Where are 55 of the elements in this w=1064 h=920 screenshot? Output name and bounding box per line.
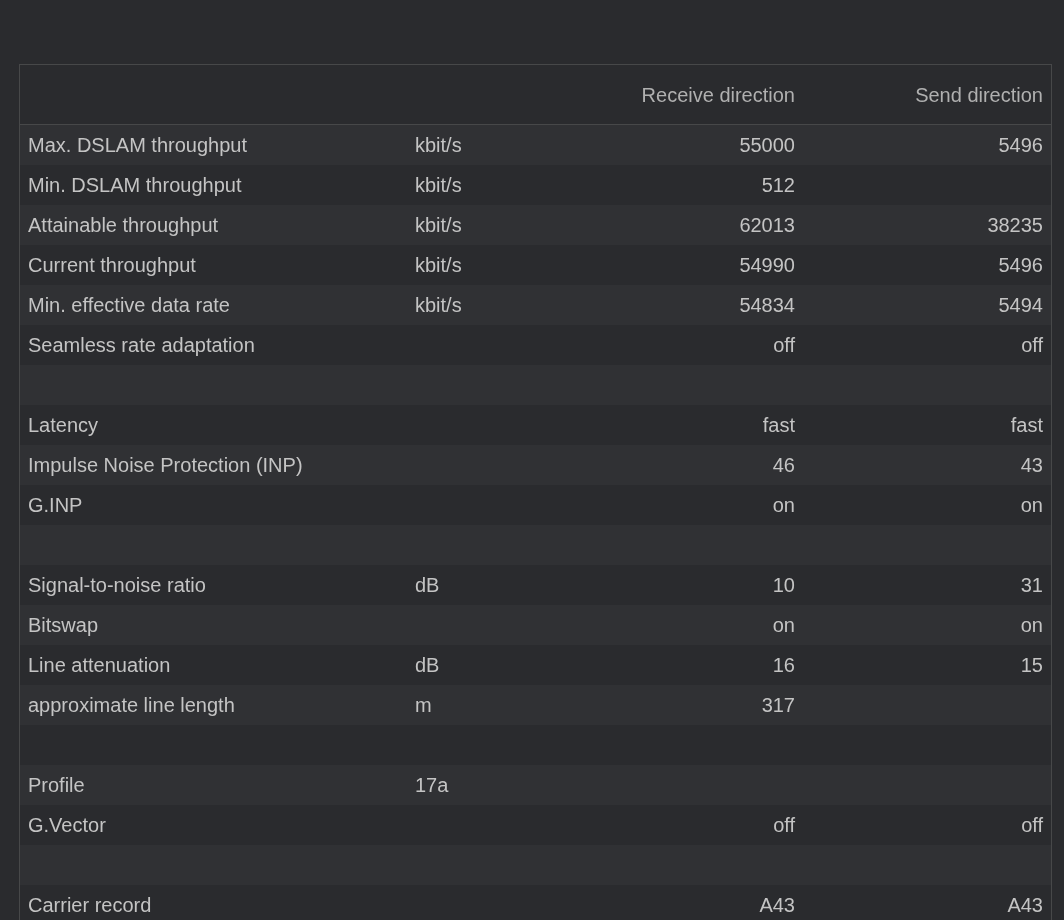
row-label: Line attenuation [28, 654, 171, 676]
unit-cell: dB [415, 654, 440, 676]
receive-value: A43 [759, 893, 795, 918]
receive-value: 16 [772, 653, 795, 678]
row-label: Signal-to-noise ratio [28, 574, 206, 596]
row-label: Current throughput [28, 254, 196, 276]
receive-value: off [773, 333, 795, 358]
unit-cell: 17a [415, 774, 449, 796]
receive-value: on [772, 493, 795, 518]
send-value: off [1021, 813, 1043, 838]
row-label: Latency [28, 414, 99, 436]
row-label: Min. DSLAM throughput [28, 174, 242, 196]
send-value: on [1020, 613, 1043, 638]
unit-cell: m [415, 694, 432, 716]
receive-value: 317 [761, 693, 795, 718]
send-value: 5496 [998, 133, 1043, 158]
receive-value: fast [762, 413, 795, 438]
receive-value: 54834 [739, 293, 795, 318]
column-header: Send direction [914, 82, 1043, 108]
send-value: on [1020, 493, 1043, 518]
unit-cell: kbit/s [415, 214, 462, 236]
unit-cell: kbit/s [415, 174, 462, 196]
receive-value: 10 [772, 573, 795, 598]
receive-value: 46 [772, 453, 795, 478]
unit-cell: kbit/s [415, 254, 462, 276]
row-label: Bitswap [28, 614, 99, 636]
receive-value: off [773, 813, 795, 838]
unit-cell: dB [415, 574, 440, 596]
row-label: Attainable throughput [28, 214, 219, 236]
receive-value: 62013 [739, 213, 795, 238]
row-label: Impulse Noise Protection (INP) [28, 454, 303, 476]
send-value: off [1021, 333, 1043, 358]
receive-value: 55000 [739, 133, 795, 158]
send-value: 5494 [998, 293, 1043, 318]
send-value: 15 [1020, 653, 1043, 678]
unit-cell: kbit/s [415, 134, 462, 156]
receive-value: 512 [761, 173, 795, 198]
unit-cell: kbit/s [415, 294, 462, 316]
send-value: 43 [1020, 453, 1043, 478]
send-value: 38235 [987, 213, 1043, 238]
row-label: Seamless rate adaptation [28, 334, 255, 356]
row-label: Carrier record [28, 894, 152, 916]
row-label: Max. DSLAM throughput [28, 134, 247, 156]
receive-value: 54990 [739, 253, 795, 278]
row-label: Min. effective data rate [28, 294, 230, 316]
send-value: fast [1010, 413, 1043, 438]
send-value: 5496 [998, 253, 1043, 278]
row-label: Profile [28, 774, 85, 796]
row-label: G.Vector [28, 814, 106, 836]
row-label: approximate line length [28, 694, 235, 716]
row-label: G.INP [28, 494, 83, 516]
send-value: 31 [1020, 573, 1043, 598]
receive-value: on [772, 613, 795, 638]
column-header: Receive direction [640, 82, 795, 108]
send-value: A43 [1007, 893, 1043, 918]
